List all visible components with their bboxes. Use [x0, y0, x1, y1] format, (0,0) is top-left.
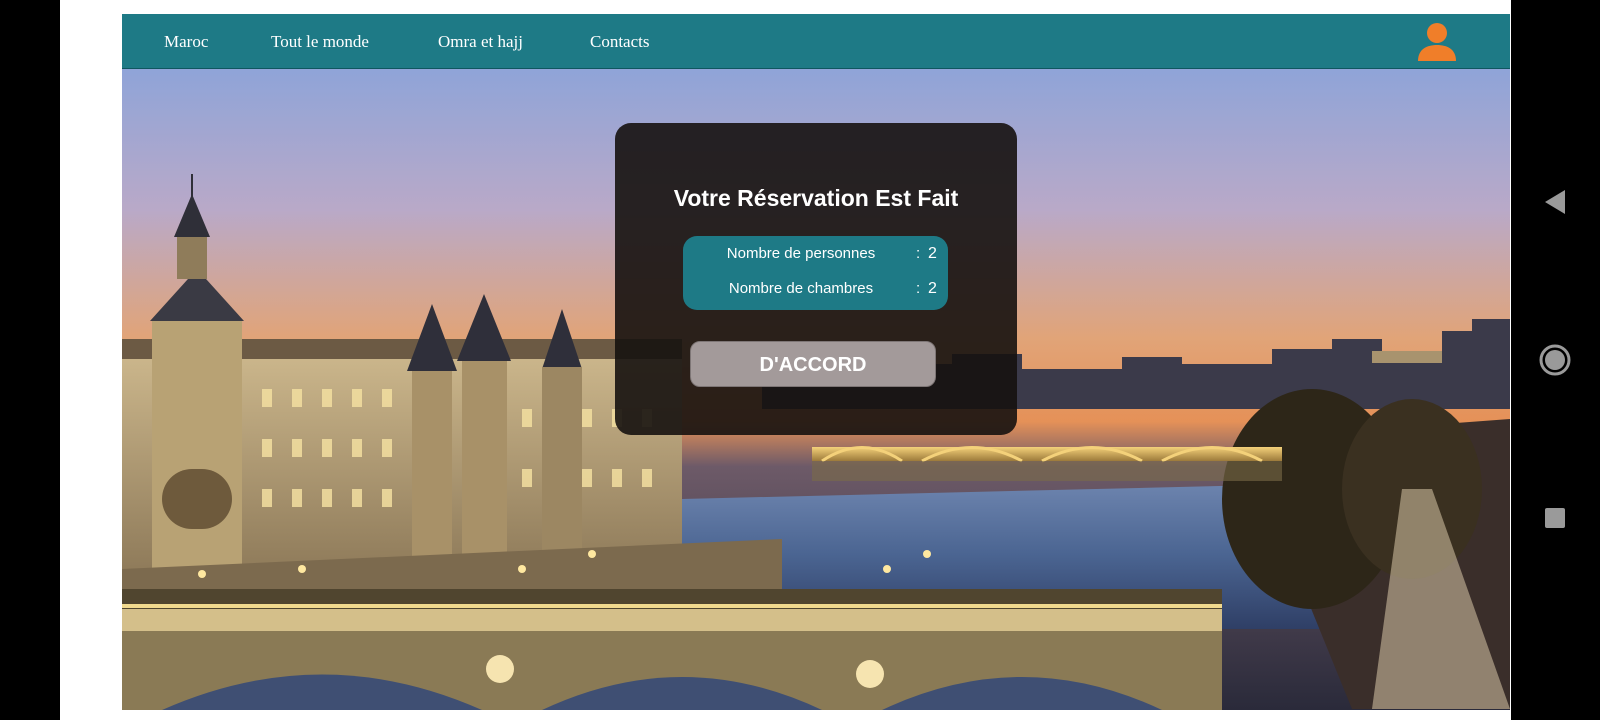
- reservation-confirmation-modal: Votre Réservation Est Fait Nombre de per…: [615, 123, 1017, 435]
- nav-item-maroc[interactable]: Maroc: [164, 14, 208, 68]
- summary-row-personnes: Nombre de personnes : 2: [683, 245, 948, 267]
- summary-row-chambres: Nombre de chambres : 2: [683, 280, 948, 302]
- summary-separator: :: [916, 245, 921, 262]
- reservation-summary: Nombre de personnes : 2 Nombre de chambr…: [683, 236, 948, 310]
- summary-value: 2: [928, 245, 937, 262]
- summary-label: Nombre de chambres: [728, 280, 874, 297]
- home-circle-icon[interactable]: [1533, 338, 1577, 382]
- modal-title: Votre Réservation Est Fait: [673, 185, 959, 211]
- android-navigation-bar: [1511, 0, 1600, 720]
- nav-item-tout-le-monde[interactable]: Tout le monde: [271, 14, 369, 68]
- top-navbar: Maroc Tout le monde Omra et hajj Contact…: [122, 14, 1510, 69]
- device-screen: Maroc Tout le monde Omra et hajj Contact…: [0, 0, 1600, 720]
- summary-separator: :: [916, 280, 921, 297]
- browser-page: Maroc Tout le monde Omra et hajj Contact…: [60, 0, 1511, 720]
- nav-item-omra-et-hajj[interactable]: Omra et hajj: [438, 14, 523, 68]
- nav-item-contacts[interactable]: Contacts: [590, 14, 650, 68]
- back-triangle-icon[interactable]: [1533, 180, 1577, 224]
- recents-square-icon[interactable]: [1533, 496, 1577, 540]
- user-account-icon[interactable]: [1415, 21, 1459, 63]
- summary-label: Nombre de personnes: [726, 245, 876, 262]
- summary-value: 2: [928, 280, 937, 297]
- website: Maroc Tout le monde Omra et hajj Contact…: [122, 14, 1510, 710]
- ok-button[interactable]: D'ACCORD: [690, 341, 936, 387]
